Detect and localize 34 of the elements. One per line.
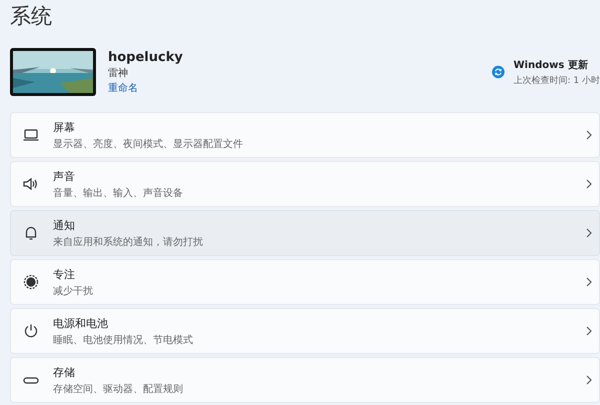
chevron-icon: [586, 179, 592, 189]
item-title: 存储: [53, 364, 76, 380]
item-title: 声音: [53, 168, 76, 184]
item-description: 减少干扰: [53, 284, 94, 298]
settings-item[interactable]: 通知 来自应用和系统的通知，请勿打扰: [10, 210, 600, 256]
item-description: 显示器、亮度、夜间模式、显示器配置文件: [53, 138, 244, 150]
update-title: Windows 更新: [514, 58, 589, 72]
update-icon[interactable]: [492, 64, 505, 80]
item-description: 存储空间、驱动器、配置规则: [53, 382, 184, 396]
settings-item[interactable]: 专注 减少干扰: [10, 259, 600, 305]
item-title: 电源和电池: [53, 316, 109, 330]
chevron-icon: [586, 375, 592, 385]
focus-icon: [22, 273, 40, 291]
speaker-icon: [22, 175, 40, 193]
page-title: 系统: [10, 3, 53, 30]
item-title: 通知: [53, 218, 76, 232]
power-icon: [22, 322, 40, 340]
item-title: 屏幕: [53, 120, 76, 134]
item-description: 音量、输出、输入、声音设备: [53, 186, 184, 200]
item-description: 来自应用和系统的通知，请勿打扰: [53, 236, 204, 248]
chevron-icon: [586, 130, 592, 140]
settings-item[interactable]: 存储 存储空间、驱动器、配置规则: [10, 357, 600, 403]
rename-link[interactable]: 重命名: [108, 80, 183, 94]
chevron-icon: [586, 326, 592, 336]
settings-item[interactable]: 屏幕 显示器、亮度、夜间模式、显示器配置文件: [10, 112, 600, 158]
device-name: hopelucky: [108, 50, 183, 64]
device-model: 雷神: [108, 66, 129, 80]
chevron-icon: [586, 228, 592, 238]
chevron-icon: [586, 277, 592, 287]
settings-item[interactable]: 声音 音量、输出、输入、声音设备: [10, 161, 600, 207]
update-status: 上次检查时间: 1 小时: [514, 74, 600, 86]
settings-item[interactable]: 电源和电池 睡眠、电池使用情况、节电模式: [10, 308, 600, 354]
item-description: 睡眠、电池使用情况、节电模式: [53, 334, 194, 346]
item-title: 专注: [53, 266, 76, 282]
